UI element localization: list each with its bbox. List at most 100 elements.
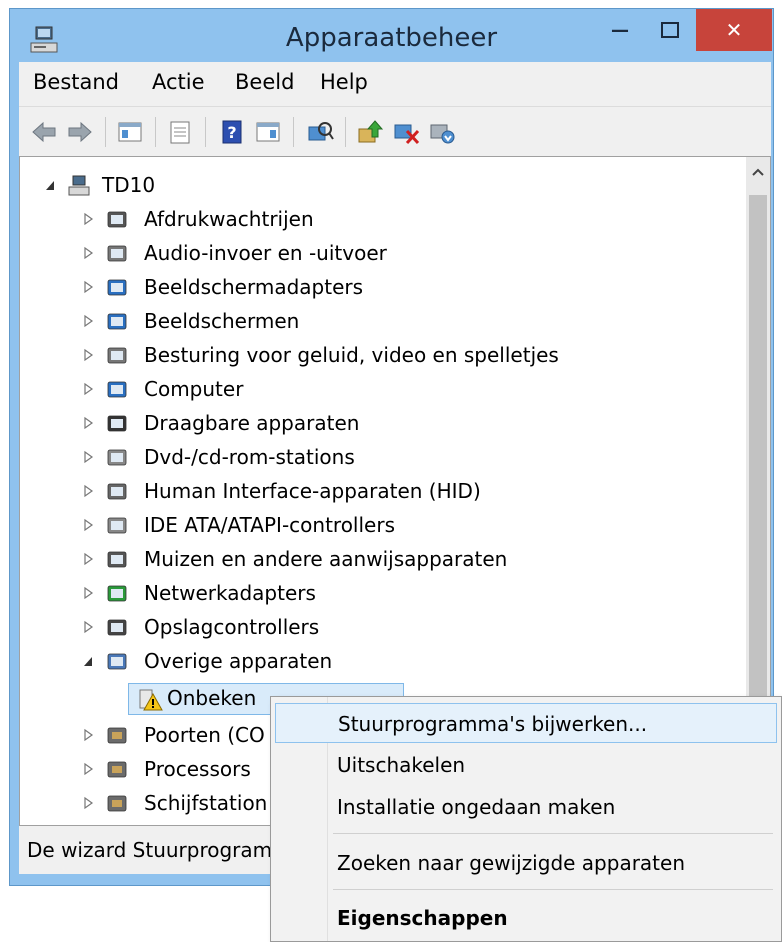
tree-item-category[interactable]: Dvd-/cd-rom-stations — [20, 441, 740, 475]
expand-arrow-icon[interactable] — [82, 586, 94, 600]
expand-arrow-icon[interactable] — [82, 518, 94, 532]
tree-item-category[interactable]: Human Interface-apparaten (HID) — [20, 475, 740, 509]
tree-item-label: IDE ATA/ATAPI-controllers — [144, 513, 395, 537]
expand-arrow-icon[interactable] — [82, 552, 94, 566]
collapse-arrow-icon[interactable] — [82, 654, 94, 668]
menu-item-disable[interactable]: Uitschakelen — [275, 745, 777, 785]
tree-item-category[interactable]: Netwerkadapters — [20, 577, 740, 611]
tree-item-label: Muizen en andere aanwijsapparaten — [144, 547, 508, 571]
maximize-icon — [661, 22, 679, 38]
tree-root-td10[interactable]: TD10 — [20, 169, 740, 203]
menu-actie[interactable]: Actie — [152, 70, 205, 94]
tree-item-label: Overige apparaten — [144, 649, 333, 673]
maximize-button[interactable] — [645, 9, 695, 51]
expand-arrow-icon[interactable] — [82, 762, 94, 776]
tree-item-category[interactable]: Besturing voor geluid, video en spelletj… — [20, 339, 740, 373]
scan-hardware-icon[interactable] — [305, 117, 335, 147]
expand-arrow-icon[interactable] — [82, 246, 94, 260]
tree-item-category[interactable]: IDE ATA/ATAPI-controllers — [20, 509, 740, 543]
expand-arrow-icon[interactable] — [82, 450, 94, 464]
expand-arrow-icon[interactable] — [82, 728, 94, 742]
hid-icon — [107, 483, 127, 500]
computer-icon — [68, 175, 90, 196]
tree-item-category[interactable]: Opslagcontrollers — [20, 611, 740, 645]
update-driver-icon[interactable] — [355, 117, 385, 147]
tree-item-category[interactable]: Afdrukwachtrijen — [20, 203, 740, 237]
tree-item-label: Schijfstation — [144, 791, 268, 815]
close-button[interactable]: ✕ — [696, 9, 772, 51]
tree-item-label: Poorten (CO — [144, 723, 265, 747]
close-icon: ✕ — [725, 18, 743, 42]
sound-controller-icon — [107, 347, 127, 364]
tree-item-category[interactable]: Beeldschermadapters — [20, 271, 740, 305]
menu-item-label: Zoeken naar gewijzigde apparaten — [337, 851, 685, 875]
uninstall-device-icon[interactable] — [427, 117, 457, 147]
expand-arrow-icon[interactable] — [82, 484, 94, 498]
printer-icon — [107, 211, 127, 228]
expand-arrow-icon[interactable] — [82, 416, 94, 430]
tree-item-label: Opslagcontrollers — [144, 615, 320, 639]
help-icon[interactable]: ? — [217, 117, 247, 147]
tree-item-label: Dvd-/cd-rom-stations — [144, 445, 355, 469]
menu-beeld[interactable]: Beeld — [235, 70, 294, 94]
portable-device-icon — [107, 415, 127, 432]
tree-item-label: Human Interface-apparaten (HID) — [144, 479, 481, 503]
speaker-icon — [107, 245, 127, 262]
menu-help[interactable]: Help — [320, 70, 368, 94]
tree-item-label: Beeldschermen — [144, 309, 300, 333]
scroll-up-icon[interactable] — [751, 167, 765, 177]
tree-root-label: TD10 — [102, 173, 156, 197]
tree-item-label: Processors — [144, 757, 251, 781]
network-adapter-icon — [107, 585, 127, 602]
menu-item-label: Installatie ongedaan maken — [337, 795, 616, 819]
minimize-icon: — — [611, 19, 629, 41]
toolbar: ? — [19, 106, 771, 157]
tree-item-category[interactable]: Audio-invoer en -uitvoer — [20, 237, 740, 271]
console-tree-icon[interactable] — [115, 117, 145, 147]
tree-item-category[interactable]: Muizen en andere aanwijsapparaten — [20, 543, 740, 577]
dvd-drive-icon — [107, 449, 127, 466]
tree-item-label: Netwerkadapters — [144, 581, 316, 605]
menu-item-label: Stuurprogramma's bijwerken... — [338, 712, 648, 736]
expand-arrow-icon[interactable] — [82, 382, 94, 396]
menu-bar: Bestand Actie Beeld Help — [19, 62, 771, 106]
expand-arrow-icon[interactable] — [82, 620, 94, 634]
processor-icon — [107, 761, 127, 778]
properties-icon[interactable] — [165, 117, 195, 147]
port-icon — [107, 727, 127, 744]
mouse-icon — [107, 551, 127, 568]
forward-arrow-icon[interactable] — [65, 117, 95, 147]
expand-arrow-icon[interactable] — [82, 280, 94, 294]
selected-device-label: Onbeken — [167, 686, 257, 710]
expand-arrow-icon[interactable] — [82, 348, 94, 362]
tree-item-label: Audio-invoer en -uitvoer — [144, 241, 387, 265]
menu-item-label: Eigenschappen — [337, 906, 508, 930]
show-action-pane-icon[interactable] — [253, 117, 283, 147]
tree-item-category[interactable]: Computer — [20, 373, 740, 407]
menu-item-scan-changes[interactable]: Zoeken naar gewijzigde apparaten — [275, 843, 777, 883]
disable-device-icon[interactable] — [391, 117, 421, 147]
collapse-arrow-icon[interactable] — [44, 178, 56, 192]
expand-arrow-icon[interactable] — [82, 212, 94, 226]
back-arrow-icon[interactable] — [29, 117, 59, 147]
tree-item-label: Draagbare apparaten — [144, 411, 360, 435]
menu-item-uninstall[interactable]: Installatie ongedaan maken — [275, 787, 777, 827]
storage-controller-icon — [107, 619, 127, 636]
unknown-device-icon — [107, 653, 127, 670]
ide-controller-icon — [107, 517, 127, 534]
minimize-button[interactable]: — — [595, 9, 645, 51]
warning-device-icon — [139, 689, 163, 711]
menu-bestand[interactable]: Bestand — [33, 70, 119, 94]
expand-arrow-icon[interactable] — [82, 796, 94, 810]
tree-item-category[interactable]: Beeldschermen — [20, 305, 740, 339]
tree-item-category[interactable]: Overige apparaten — [20, 645, 740, 679]
tree-item-category[interactable]: Draagbare apparaten — [20, 407, 740, 441]
menu-item-update-driver[interactable]: Stuurprogramma's bijwerken... — [275, 703, 777, 743]
status-text: De wizard Stuurprogram — [27, 838, 273, 862]
expand-arrow-icon[interactable] — [82, 314, 94, 328]
tree-item-label: Beeldschermadapters — [144, 275, 364, 299]
menu-item-label: Uitschakelen — [337, 753, 466, 777]
computer-icon — [107, 381, 127, 398]
title-bar[interactable]: Apparaatbeheer — ✕ — [10, 9, 773, 67]
menu-item-properties[interactable]: Eigenschappen — [275, 898, 777, 938]
